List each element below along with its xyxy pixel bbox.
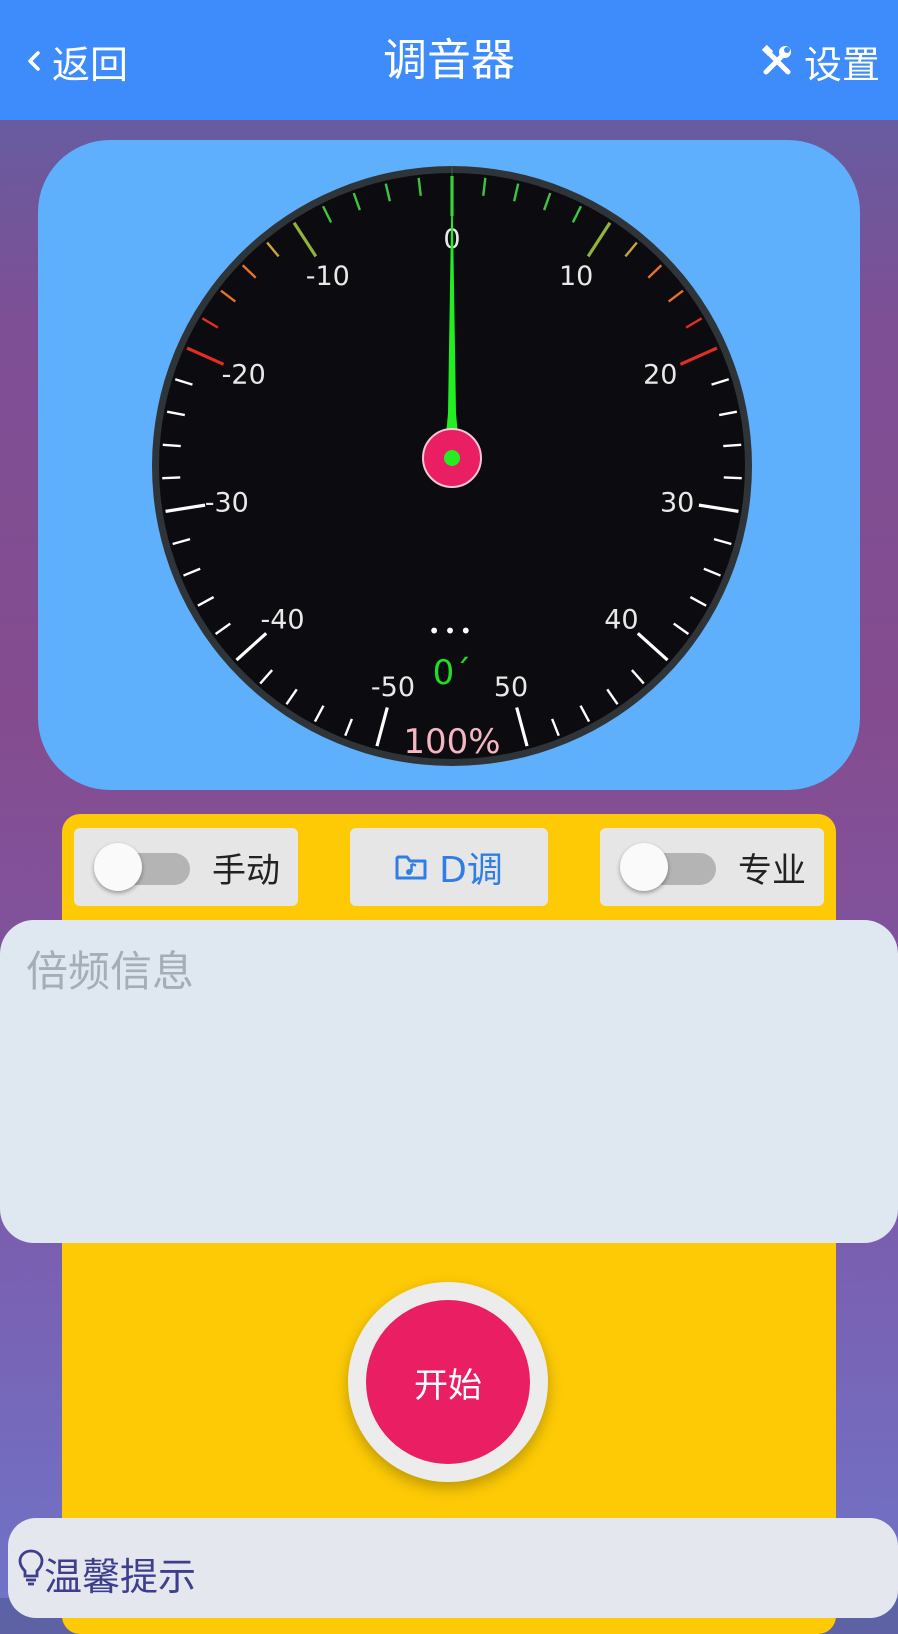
key-select-button[interactable]: D调: [350, 828, 548, 906]
start-button[interactable]: 开始: [348, 1282, 548, 1482]
tuner-gauge: -50-40-30-20-1001020304050 ••• 0´ 100%: [152, 161, 752, 766]
start-button-label: 开始: [366, 1300, 530, 1464]
percent-readout: 100%: [403, 722, 500, 762]
lightbulb-icon: [18, 1549, 44, 1586]
key-label: D调: [439, 850, 503, 891]
tick-label: -30: [205, 488, 249, 519]
pro-control: 专业: [600, 828, 824, 906]
minor-tick: [723, 443, 742, 448]
music-folder-icon: [395, 855, 427, 880]
manual-toggle[interactable]: [94, 843, 190, 891]
settings-label: 设置: [803, 42, 880, 87]
tick-label: 40: [604, 605, 638, 636]
harmonic-info-title: 倍频信息: [26, 947, 195, 996]
pro-toggle[interactable]: [620, 843, 716, 891]
manual-label: 手动: [212, 850, 280, 891]
tick-label: 10: [559, 261, 593, 292]
minor-tick: [162, 476, 181, 480]
tick-label: 20: [643, 359, 677, 390]
settings-button[interactable]: 设置: [760, 36, 880, 87]
top-app-bar: 返回 调音器 设置: [0, 0, 898, 120]
tick-label: -40: [261, 605, 305, 636]
tick-label: -10: [306, 261, 350, 292]
tips-title: 温馨提示: [44, 1555, 197, 1599]
tools-icon: [761, 44, 791, 75]
needle-pivot: [444, 450, 460, 466]
tick-label: 50: [494, 672, 528, 703]
manual-control: 手动: [74, 828, 298, 906]
minor-tick: [162, 443, 181, 448]
tick-label: -20: [222, 359, 266, 390]
cents-readout: 0´: [433, 653, 472, 693]
pro-label: 专业: [738, 850, 806, 891]
gauge-dots: •••: [428, 619, 475, 643]
minor-tick: [723, 476, 742, 480]
manual-toggle-thumb: [94, 843, 142, 891]
tick-label: -50: [371, 672, 415, 703]
tick-label: 30: [660, 488, 694, 519]
tuner-gauge-card: -50-40-30-20-1001020304050 ••• 0´ 100%: [38, 140, 860, 790]
pro-toggle-thumb: [620, 843, 668, 891]
